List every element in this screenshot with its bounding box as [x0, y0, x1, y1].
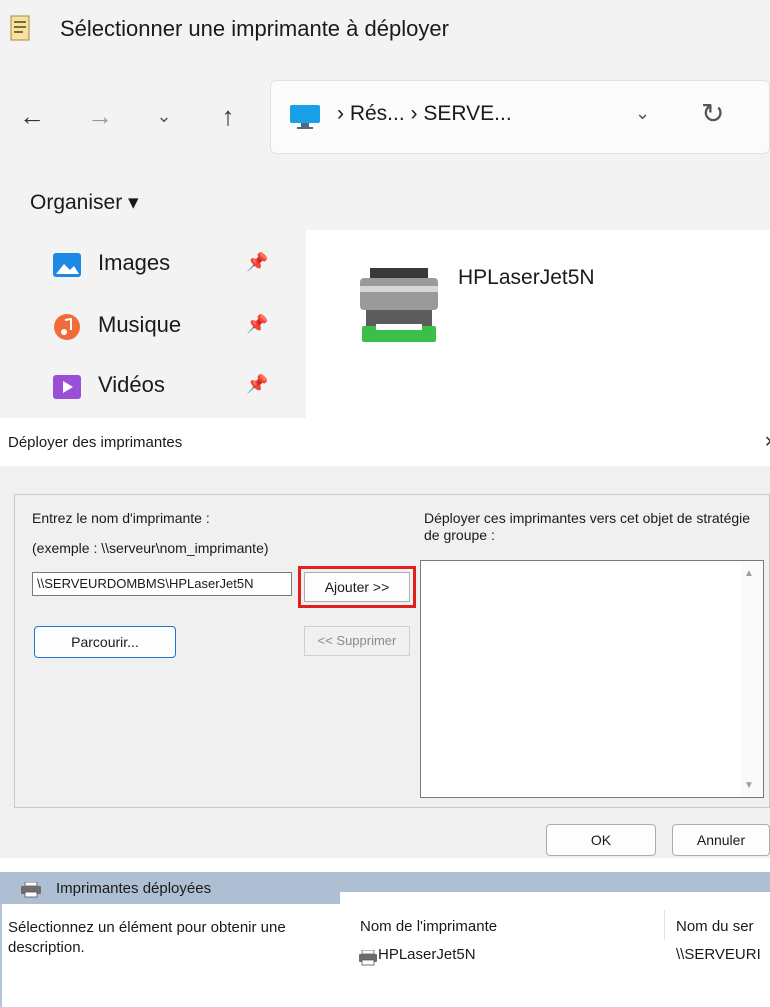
chevron-down-icon[interactable]: ⌄: [635, 103, 650, 124]
add-button[interactable]: Ajouter >>: [304, 572, 410, 602]
nav-item-label: Musique: [98, 312, 182, 337]
refresh-icon[interactable]: ↻: [701, 97, 724, 130]
music-icon: [54, 314, 80, 340]
picker-title: Sélectionner une imprimante à déployer: [60, 16, 449, 41]
computer-icon: [290, 105, 320, 129]
printer-name-input[interactable]: \\SERVEURDOMBMS\HPLaserJet5N: [32, 572, 292, 596]
cancel-button[interactable]: Annuler: [672, 824, 770, 856]
printer-name-label: Entrez le nom d'imprimante :: [32, 510, 210, 526]
chevron-down-icon[interactable]: ⌄: [146, 98, 182, 134]
nav-item-label: Vidéos: [98, 372, 165, 397]
videos-icon: [53, 375, 81, 399]
pin-icon[interactable]: 📌: [246, 374, 268, 395]
printer-name-example: (exemple : \\serveur\nom_imprimante): [32, 540, 269, 556]
close-icon[interactable]: ✕: [764, 432, 770, 452]
printer-icon[interactable]: [356, 266, 442, 346]
nav-item-music[interactable]: Musique 📌: [52, 302, 292, 352]
panel-header-strip: [340, 872, 770, 892]
back-arrow-icon[interactable]: ←: [14, 98, 50, 134]
table-row-printer-name[interactable]: HPLaserJet5N: [378, 946, 476, 963]
document-icon: [10, 15, 30, 41]
column-divider[interactable]: [664, 910, 665, 940]
column-header-server-name[interactable]: Nom du ser: [676, 918, 754, 935]
column-header-printer-name[interactable]: Nom de l'imprimante: [360, 918, 497, 935]
up-arrow-icon[interactable]: ↑: [210, 98, 246, 134]
table-row-server-name[interactable]: \\SERVEURI: [676, 946, 761, 963]
nav-item-images[interactable]: Images 📌: [52, 240, 292, 290]
list-scrollbar[interactable]: [741, 561, 763, 797]
scroll-down-icon[interactable]: ▼: [744, 780, 754, 791]
printer-icon: [359, 950, 377, 966]
organise-menu-button[interactable]: Organiser ▾: [30, 190, 139, 215]
nav-item-videos[interactable]: Vidéos 📌: [52, 362, 292, 412]
images-icon: [53, 253, 81, 277]
scroll-up-icon[interactable]: ▲: [744, 568, 754, 579]
browse-button[interactable]: Parcourir...: [34, 626, 176, 658]
forward-arrow-icon[interactable]: →: [82, 98, 118, 134]
printer-icon: [21, 882, 41, 898]
address-path[interactable]: › Rés... › SERVE...: [337, 102, 512, 126]
panel-title: Imprimantes déployées: [56, 880, 212, 897]
deploy-target-label: Déployer ces imprimantes vers cet objet …: [424, 510, 751, 543]
deployed-printers-list[interactable]: [420, 560, 764, 798]
nav-item-label: Images: [98, 250, 171, 275]
ok-button[interactable]: OK: [546, 824, 656, 856]
address-bar[interactable]: › Rés... › SERVE... ⌄ ↻: [270, 80, 770, 154]
remove-button[interactable]: << Supprimer: [304, 626, 410, 656]
file-item-name[interactable]: HPLaserJet5N: [458, 266, 595, 290]
pin-icon[interactable]: 📌: [246, 314, 268, 335]
pin-icon[interactable]: 📌: [246, 252, 268, 273]
description-text: Sélectionnez un élément pour obtenir une…: [8, 919, 286, 956]
dialog-title: Déployer des imprimantes: [8, 434, 183, 451]
